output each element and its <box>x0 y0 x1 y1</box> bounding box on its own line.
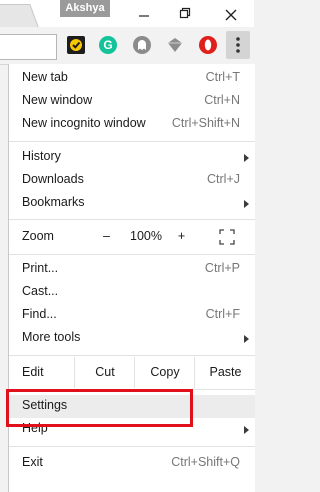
submenu-arrow-icon <box>244 200 249 208</box>
menu-item-shortcut: Ctrl+T <box>205 70 240 84</box>
title-bar: Akshya <box>0 0 254 28</box>
menu-item-shortcut: Ctrl+F <box>205 307 240 321</box>
submenu-arrow-icon <box>244 154 249 162</box>
menu-item-print[interactable]: Print... Ctrl+P <box>9 258 255 281</box>
three-dots-icon <box>236 37 240 53</box>
menu-item-label: New incognito window <box>22 116 146 130</box>
restore-icon <box>179 7 191 19</box>
menu-item-shortcut: Ctrl+Shift+Q <box>171 455 240 469</box>
menu-item-shortcut: Ctrl+N <box>204 93 240 107</box>
browser-toolbar: G <box>0 27 254 65</box>
restore-button[interactable] <box>174 3 196 23</box>
menu-item-label: Exit <box>22 455 43 469</box>
diamond-icon[interactable] <box>166 36 184 54</box>
menu-item-label: Settings <box>22 398 68 412</box>
profile-name-badge[interactable]: Akshya <box>60 0 110 17</box>
paste-button[interactable]: Paste <box>194 357 256 388</box>
menu-item-shortcut: Ctrl+J <box>207 172 240 186</box>
menu-item-history[interactable]: History <box>9 146 255 169</box>
menu-separator <box>9 389 255 390</box>
menu-item-exit[interactable]: Exit Ctrl+Shift+Q <box>9 452 255 475</box>
submenu-arrow-icon <box>244 335 249 343</box>
menu-item-shortcut: Ctrl+Shift+N <box>171 116 240 130</box>
menu-item-label: Downloads <box>22 172 84 186</box>
grammarly-icon[interactable]: G <box>99 36 117 54</box>
menu-item-new-tab[interactable]: New tab Ctrl+T <box>9 67 255 90</box>
zoom-level: 100% <box>130 229 162 243</box>
edit-label: Edit <box>22 365 44 379</box>
zoom-row: Zoom – 100% + <box>9 221 255 252</box>
menu-item-downloads[interactable]: Downloads Ctrl+J <box>9 169 255 192</box>
menu-item-find[interactable]: Find... Ctrl+F <box>9 304 255 327</box>
menu-item-label: More tools <box>22 330 81 344</box>
menu-item-label: Find... <box>22 307 57 321</box>
ghostery-icon[interactable] <box>133 36 151 54</box>
menu-item-settings[interactable]: Settings <box>9 395 255 418</box>
menu-separator <box>9 355 255 356</box>
menu-item-more-tools[interactable]: More tools <box>9 327 255 350</box>
menu-item-help[interactable]: Help <box>9 418 255 441</box>
menu-item-label: Print... <box>22 261 59 275</box>
menu-item-label: New window <box>22 93 93 107</box>
chrome-menu-button[interactable] <box>226 31 250 59</box>
zoom-out-button[interactable]: – <box>99 221 114 252</box>
menu-separator <box>9 446 255 447</box>
zoom-in-button[interactable]: + <box>174 221 189 252</box>
menu-item-shortcut: Ctrl+P <box>204 261 240 275</box>
menu-item-label: Bookmarks <box>22 195 85 209</box>
menu-item-label: New tab <box>22 70 68 84</box>
menu-item-label: Help <box>22 421 48 435</box>
menu-separator <box>9 219 255 220</box>
browser-tab[interactable] <box>0 4 40 28</box>
menu-item-new-incognito-window[interactable]: New incognito window Ctrl+Shift+N <box>9 113 255 136</box>
minimize-button[interactable] <box>133 3 155 23</box>
menu-item-bookmarks[interactable]: Bookmarks <box>9 192 255 215</box>
menu-separator <box>9 141 255 142</box>
address-bar[interactable] <box>0 34 57 60</box>
menu-separator <box>9 254 255 255</box>
copy-button[interactable]: Copy <box>134 357 195 388</box>
menu-item-new-window[interactable]: New window Ctrl+N <box>9 90 255 113</box>
cut-button[interactable]: Cut <box>74 357 135 388</box>
chrome-menu: New tab Ctrl+T New window Ctrl+N New inc… <box>8 64 255 492</box>
edit-row: Edit Cut Copy Paste <box>9 357 255 388</box>
menu-item-cast[interactable]: Cast... <box>9 281 255 304</box>
close-icon <box>225 9 237 21</box>
fullscreen-icon[interactable] <box>218 228 236 246</box>
opera-icon[interactable] <box>199 36 217 54</box>
norton-icon[interactable] <box>67 36 85 54</box>
menu-item-label: Cast... <box>22 284 59 298</box>
minimize-icon <box>139 15 149 17</box>
zoom-label: Zoom <box>22 229 54 243</box>
close-window-button[interactable] <box>220 3 242 23</box>
menu-item-label: History <box>22 149 61 163</box>
submenu-arrow-icon <box>244 426 249 434</box>
